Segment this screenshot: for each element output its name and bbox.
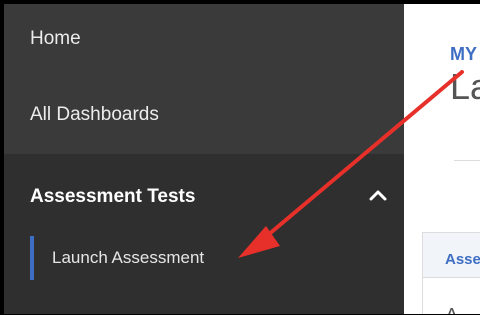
panel-text: A <box>445 305 458 314</box>
sidebar-item-label: All Dashboards <box>30 104 159 125</box>
app-window: Home All Dashboards Assessment Tests Lau… <box>4 4 480 314</box>
sidebar: Home All Dashboards Assessment Tests Lau… <box>4 4 404 314</box>
sidebar-item-label: Launch Assessment <box>52 248 205 267</box>
assessment-panel: Asse A <box>422 232 480 314</box>
panel-header: Asse <box>423 233 480 278</box>
sidebar-item-all-dashboards[interactable]: All Dashboards <box>4 104 404 126</box>
sidebar-item-home[interactable]: Home <box>4 28 404 50</box>
sidebar-item-label: Home <box>30 28 81 49</box>
main-content: MY La Asse A <box>404 4 480 314</box>
divider <box>454 160 480 161</box>
page-title: La <box>450 66 480 107</box>
panel-tab[interactable]: Asse <box>445 251 480 268</box>
active-indicator <box>30 236 34 280</box>
breadcrumb[interactable]: MY <box>450 44 477 65</box>
sidebar-item-launch-assessment[interactable]: Launch Assessment <box>30 236 370 280</box>
section-header[interactable]: Assessment Tests <box>30 186 195 208</box>
chevron-up-icon[interactable] <box>366 184 390 208</box>
sidebar-section-assessment-tests: Assessment Tests Launch Assessment <box>4 154 404 314</box>
